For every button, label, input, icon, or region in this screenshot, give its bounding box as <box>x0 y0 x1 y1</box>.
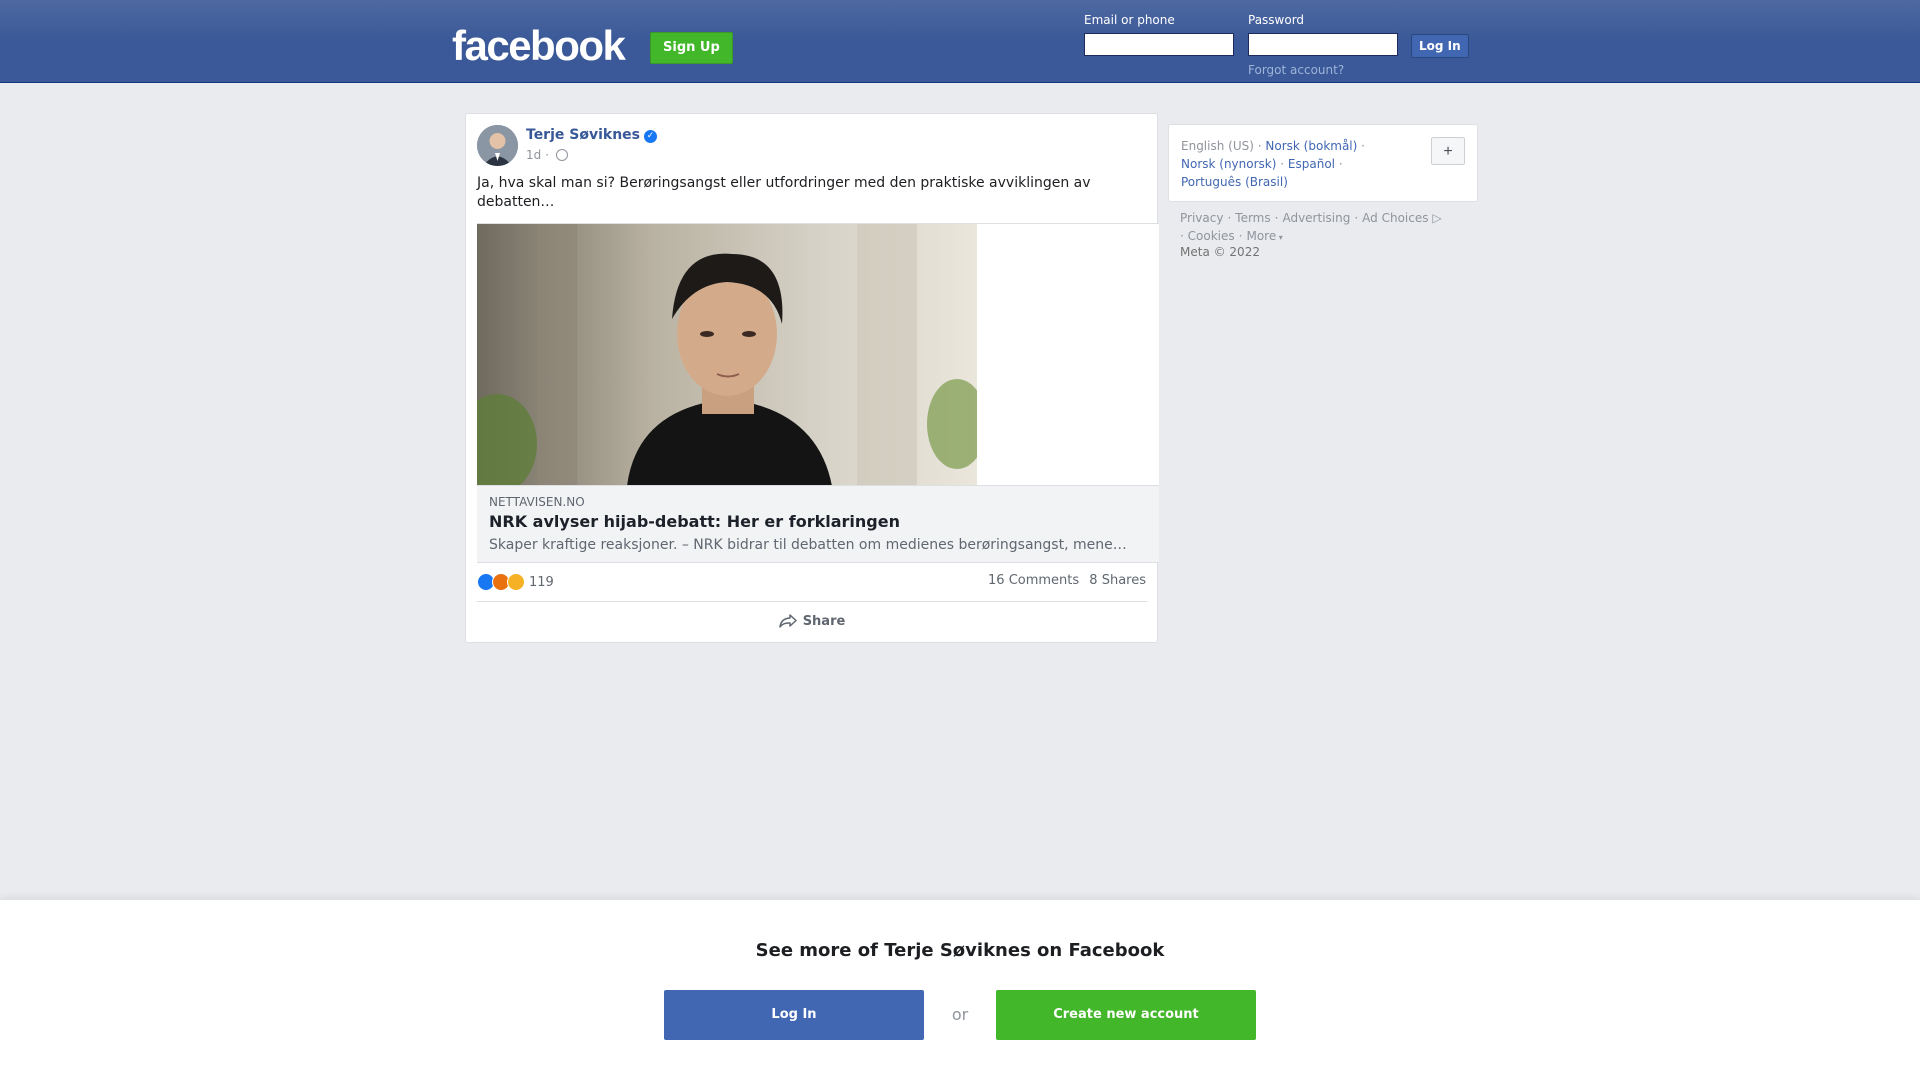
author-avatar[interactable] <box>477 125 518 166</box>
forgot-account-link[interactable]: Forgot account? <box>1248 63 1344 77</box>
login-prompt-title: See more of Terje Søviknes on Facebook <box>755 940 1165 961</box>
footer-link-more[interactable]: More <box>1246 229 1276 243</box>
verified-badge-icon: ✓ <box>644 130 657 143</box>
language-current: English (US) <box>1181 139 1254 153</box>
post-time[interactable]: 1d <box>526 148 541 162</box>
link-domain: NETTAVISEN.NO <box>489 495 585 509</box>
password-label: Password <box>1248 13 1305 27</box>
reactions-summary[interactable]: 119 <box>477 572 554 592</box>
sad-icon <box>507 573 525 591</box>
post-meta: 1d · <box>526 148 568 162</box>
footer-link-ad-choices[interactable]: Ad Choices <box>1362 211 1428 225</box>
comments-count[interactable]: 16 Comments <box>988 573 1079 588</box>
reaction-count[interactable]: 119 <box>529 575 554 590</box>
login-prompt-bar: See more of Terje Søviknes on Facebook L… <box>0 900 1920 1080</box>
email-field[interactable] <box>1084 33 1234 56</box>
copyright: Meta © 2022 <box>1180 245 1260 259</box>
language-selector-box: English (US) · Norsk (bokmål) · Norsk (n… <box>1168 124 1478 202</box>
author-name[interactable]: Terje Søviknes ✓ <box>526 127 657 143</box>
footer-separator: · <box>1238 229 1243 243</box>
actions-divider <box>477 601 1147 602</box>
login-button[interactable]: Log In <box>1411 34 1469 58</box>
password-group: Password <box>1248 13 1398 56</box>
shares-count[interactable]: 8 Shares <box>1089 573 1146 588</box>
language-option[interactable]: Norsk (bokmål) <box>1265 139 1357 153</box>
more-languages-button[interactable]: + <box>1431 137 1465 165</box>
lang-separator: · <box>1280 157 1285 171</box>
email-label: Email or phone <box>1084 13 1175 27</box>
share-icon <box>778 614 797 628</box>
lang-separator: · <box>1361 139 1365 153</box>
language-list: English (US) · Norsk (bokmål) · Norsk (n… <box>1181 137 1421 191</box>
signup-button[interactable]: Sign Up <box>650 32 733 64</box>
facebook-logo[interactable]: facebook <box>452 22 626 70</box>
footer-link-privacy[interactable]: Privacy <box>1180 211 1223 225</box>
top-navigation-bar: facebook Sign Up Email or phone Password… <box>0 0 1920 83</box>
link-title[interactable]: NRK avlyser hijab-debatt: Her er forklar… <box>489 512 900 531</box>
caret-down-icon: ▾ <box>1276 233 1283 242</box>
post-text: Ja, hva skal man si? Berøringsangst elle… <box>477 175 1091 210</box>
author-name-text[interactable]: Terje Søviknes <box>526 127 640 143</box>
footer-separator: · <box>1274 211 1279 225</box>
footer-links: Privacy · Terms · Advertising · Ad Choices ▷ ·… <box>1180 209 1480 247</box>
link-preview-meta[interactable]: NETTAVISEN.NO NRK avlyser hijab-debatt: … <box>477 485 1159 563</box>
share-label: Share <box>802 613 846 629</box>
article-photo[interactable] <box>477 224 977 486</box>
language-option[interactable]: Norsk (nynorsk) <box>1181 157 1276 171</box>
footer-separator: · <box>1180 229 1184 243</box>
footer-link-terms[interactable]: Terms <box>1235 211 1270 225</box>
bottom-login-button[interactable]: Log In <box>664 990 924 1040</box>
password-field[interactable] <box>1248 33 1398 56</box>
or-text: or <box>951 1005 969 1024</box>
language-option[interactable]: Português (Brasil) <box>1181 175 1288 189</box>
footer-link-advertising[interactable]: Advertising <box>1282 211 1350 225</box>
email-group: Email or phone <box>1084 13 1234 56</box>
share-button[interactable]: Share <box>477 605 1147 637</box>
footer-separator: · <box>1354 211 1359 225</box>
globe-icon <box>555 149 568 161</box>
footer-link-cookies[interactable]: Cookies <box>1188 229 1235 243</box>
ad-choices-icon: ▷ <box>1428 211 1442 225</box>
meta-separator: · <box>545 148 549 162</box>
create-account-button[interactable]: Create new account <box>996 990 1256 1040</box>
language-option[interactable]: Español <box>1288 157 1335 171</box>
lang-separator: · <box>1257 139 1262 153</box>
footer-separator: · <box>1227 211 1232 225</box>
post-card: Terje Søviknes ✓ 1d · Ja, hva skal man si… <box>465 113 1159 643</box>
link-description: Skaper kraftige reaksjoner. – NRK bidrar… <box>489 537 1129 553</box>
engagement-counts: 16 Comments 8 Shares <box>982 573 1146 588</box>
lang-separator: · <box>1338 157 1343 171</box>
link-preview-image[interactable] <box>477 223 1159 486</box>
